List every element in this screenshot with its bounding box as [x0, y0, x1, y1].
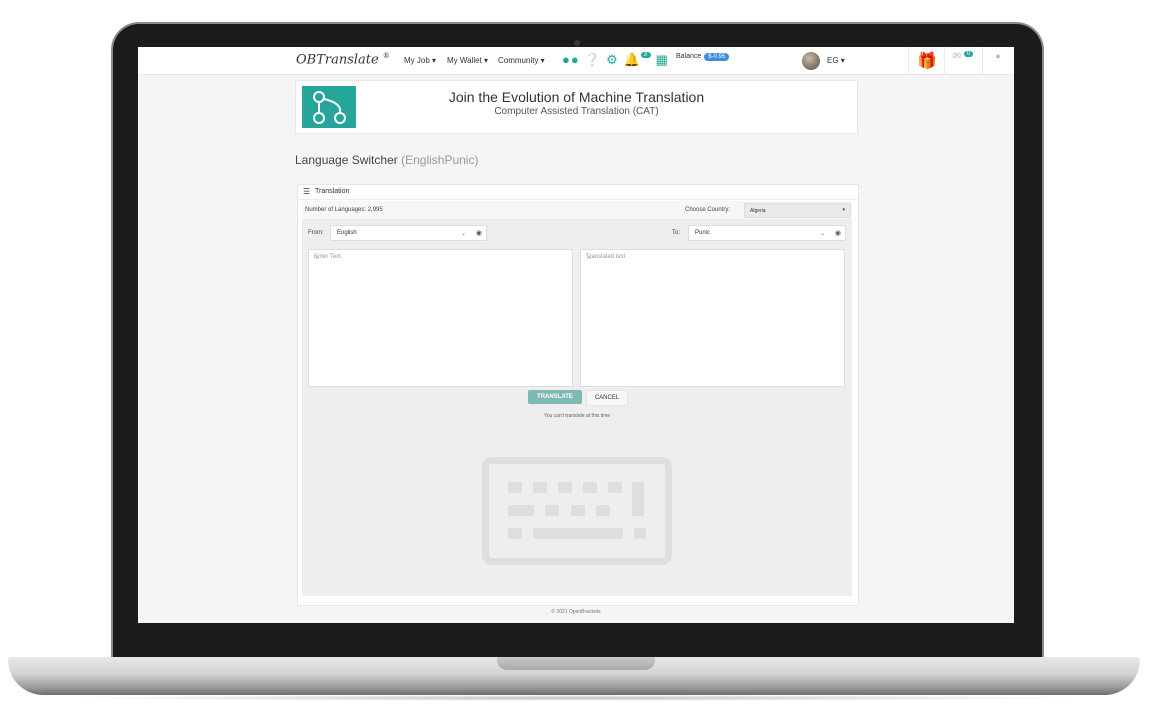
camera-icon	[574, 40, 580, 46]
from-label: From:	[308, 230, 324, 236]
list-icon: ☰	[303, 187, 311, 196]
brand-mark: ®	[382, 52, 390, 60]
mail-badge: 0	[963, 51, 974, 57]
panel-body: Number of Languages: 2,995 Choose Countr…	[302, 201, 852, 596]
nav-my-wallet[interactable]: My Wallet ▾	[447, 56, 488, 65]
divider	[908, 47, 909, 74]
header-banner: Join the Evolution of Machine Translatio…	[295, 80, 858, 134]
language-menu[interactable]: EG ▾	[827, 56, 845, 65]
globe-icon[interactable]: ◉	[835, 229, 841, 237]
brand-text: OBTranslate	[296, 52, 379, 68]
gear-icon[interactable]: ⚙	[606, 52, 619, 67]
translated-text-output[interactable]: Translated text ⇲	[580, 249, 845, 387]
help-icon[interactable]: ❔	[584, 52, 601, 67]
nav-my-job[interactable]: My Job ▾	[404, 56, 436, 65]
options-row: Number of Languages: 2,995 Choose Countr…	[302, 201, 852, 219]
clear-icon[interactable]: ⌄	[461, 230, 466, 237]
country-value: Algeria	[750, 208, 766, 214]
mail-button[interactable]: ✉ 0	[948, 51, 978, 71]
to-label: To:	[672, 230, 681, 236]
clear-icon[interactable]: ⌄	[820, 230, 825, 237]
divider	[982, 47, 983, 74]
notification-badge: 3	[640, 52, 651, 58]
gift-icon[interactable]: 🎁	[914, 51, 940, 71]
top-navbar: OBTranslate ® My Job ▾ My Wallet ▾ Commun…	[138, 47, 1014, 75]
to-language-value: Punic	[695, 230, 711, 236]
translate-button[interactable]: TRANSLATE	[528, 390, 582, 404]
chevron-down-icon: ▾	[842, 207, 845, 213]
language-pair: (EnglishPunic)	[401, 153, 479, 167]
from-language-select[interactable]: English ⌄ ◉	[330, 225, 487, 241]
screen: OBTranslate ® My Job ▾ My Wallet ▾ Commun…	[138, 47, 1014, 623]
resize-handle-icon[interactable]: ⇲	[586, 254, 842, 384]
to-language-select[interactable]: Punic ⌄ ◉	[688, 225, 846, 241]
source-text-input[interactable]: Enter Text ⇲	[308, 249, 573, 387]
apps-grid-icon[interactable]: ▦	[656, 52, 669, 67]
bell-icon[interactable]: 🔔	[623, 52, 640, 67]
page-title: Language Switcher (EnglishPunic)	[295, 153, 478, 167]
globe-icon[interactable]: ◉	[476, 229, 482, 237]
resize-handle-icon[interactable]: ⇲	[314, 254, 570, 384]
translation-panel: ☰ Translation Number of Languages: 2,995…	[297, 184, 859, 606]
panel-title: Translation	[315, 188, 350, 195]
brand-logo[interactable]: OBTranslate ®	[296, 52, 390, 67]
avatar[interactable]	[802, 52, 820, 70]
status-message: You can't translate at this time	[543, 413, 611, 419]
divider	[944, 47, 945, 74]
balance-label: Balance	[676, 53, 702, 60]
from-language-value: English	[337, 230, 357, 236]
country-label: Choose Country:	[685, 207, 731, 213]
panel-header: ☰ Translation	[298, 185, 858, 200]
users-icon[interactable]: ●●	[562, 52, 580, 67]
mail-icon: ✉	[952, 51, 962, 62]
nav-icon-group: ●● ❔ ⚙ 🔔 3 ▦	[562, 52, 669, 68]
page-title-text: Language Switcher	[295, 153, 398, 167]
cancel-button[interactable]: CANCEL	[586, 390, 628, 406]
laptop-notch	[497, 657, 655, 670]
chat-icon[interactable]: ●	[986, 51, 1010, 71]
keyboard-icon	[482, 457, 672, 565]
language-count: Number of Languages: 2,995	[305, 207, 383, 213]
country-select[interactable]: Algeria ▾	[744, 203, 851, 218]
header-title: Join the Evolution of Machine Translatio…	[448, 89, 705, 105]
balance: Balance $-0.95	[676, 53, 730, 61]
header-subtitle: Computer Assisted Translation (CAT)	[494, 106, 659, 117]
laptop-shadow	[60, 695, 1090, 701]
language-row: From: English ⌄ ◉ To: Punic ⌄ ◉	[302, 222, 852, 244]
footer: © 2021 OpenBrackets	[551, 609, 601, 615]
balance-badge[interactable]: $-0.95	[704, 53, 730, 61]
nav-community[interactable]: Community ▾	[498, 56, 545, 65]
